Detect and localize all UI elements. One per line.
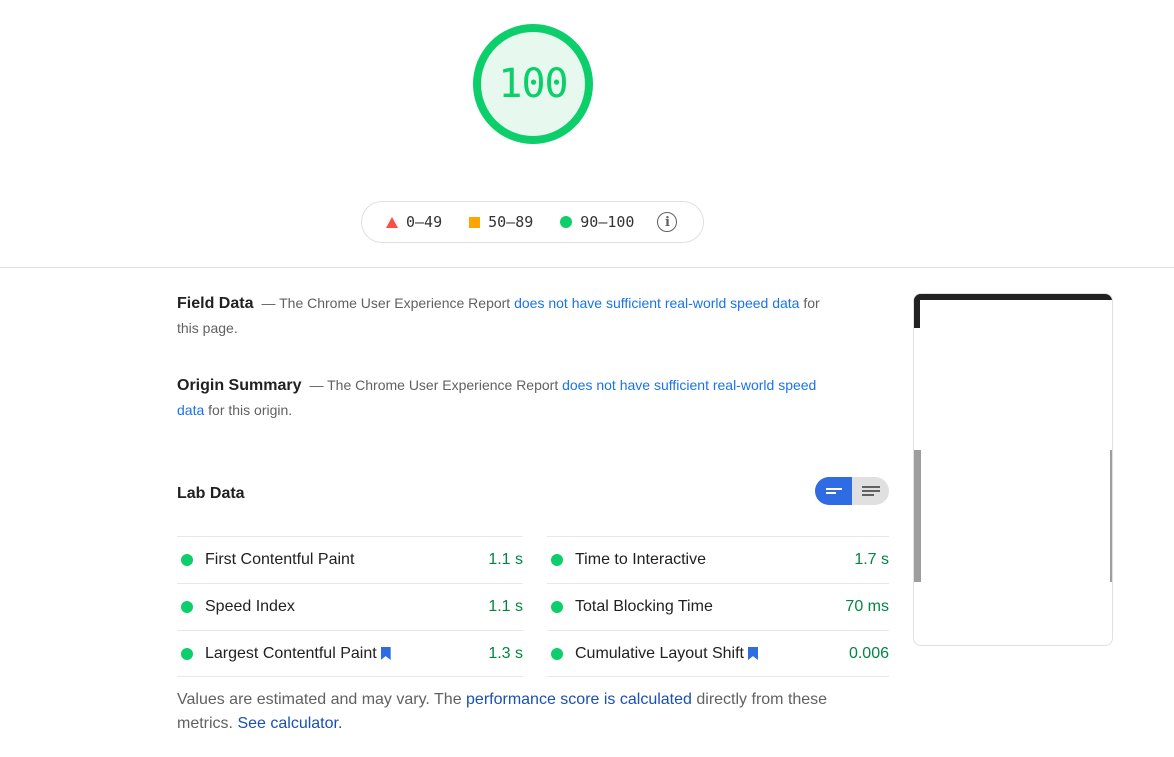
- score-calculation-link[interactable]: performance score is calculated: [466, 691, 692, 708]
- final-screenshot-thumbnail[interactable]: [913, 293, 1113, 646]
- metric-first-contentful-paint[interactable]: First Contentful Paint 1.1 s: [177, 536, 523, 583]
- legend-item-fail: 0–49: [386, 213, 442, 231]
- metric-value: 1.1 s: [488, 551, 523, 568]
- metric-value: 70 ms: [845, 598, 889, 615]
- origin-summary-title: Origin Summary: [177, 377, 302, 394]
- score-legend: 0–49 50–89 90–100 i: [361, 201, 704, 243]
- metric-label: First Contentful Paint: [205, 551, 488, 569]
- bookmark-icon[interactable]: [747, 647, 758, 660]
- compact-list-icon: [825, 486, 842, 496]
- metric-largest-contentful-paint[interactable]: Largest Contentful Paint 1.3 s: [177, 630, 523, 677]
- metric-value: 1.7 s: [854, 551, 889, 568]
- legend-item-pass: 90–100: [560, 213, 634, 231]
- metric-total-blocking-time[interactable]: Total Blocking Time 70 ms: [547, 583, 889, 630]
- pass-circle-icon: [551, 647, 563, 660]
- field-data-section: Field Data — The Chrome User Experience R…: [177, 291, 827, 341]
- bookmark-icon[interactable]: [380, 647, 391, 660]
- legend-label-pass: 90–100: [580, 213, 635, 231]
- expanded-list-icon: [861, 484, 880, 498]
- origin-summary-prefix: — The Chrome User Experience Report: [309, 377, 563, 393]
- thumbnail-left-bar: [914, 450, 921, 582]
- legend-label-fail: 0–49: [406, 213, 443, 231]
- see-calculator-link[interactable]: See calculator.: [237, 715, 342, 732]
- metric-label: Time to Interactive: [575, 551, 854, 569]
- field-data-link[interactable]: does not have sufficient real-world spee…: [514, 295, 799, 311]
- metric-time-to-interactive[interactable]: Time to Interactive 1.7 s: [547, 536, 889, 583]
- circle-icon: [560, 216, 573, 228]
- legend-label-average: 50–89: [488, 213, 534, 231]
- metrics-view-toggle[interactable]: [815, 477, 889, 505]
- expanded-view-button[interactable]: [852, 477, 889, 505]
- metric-label: Speed Index: [205, 598, 488, 616]
- metric-label-text: Speed Index: [205, 598, 295, 615]
- field-data-prefix: — The Chrome User Experience Report: [261, 295, 515, 311]
- pass-circle-icon: [551, 601, 563, 613]
- metric-cumulative-layout-shift[interactable]: Cumulative Layout Shift 0.006: [547, 630, 889, 677]
- square-icon: [469, 216, 481, 228]
- origin-summary-section: Origin Summary — The Chrome User Experien…: [177, 373, 827, 423]
- metric-speed-index[interactable]: Speed Index 1.1 s: [177, 583, 523, 630]
- origin-summary-suffix: for this origin.: [204, 402, 293, 418]
- compact-view-button[interactable]: [815, 477, 852, 505]
- metric-value: 1.3 s: [488, 644, 523, 662]
- metric-label: Largest Contentful Paint: [205, 645, 488, 663]
- metric-label-text: Time to Interactive: [575, 551, 707, 568]
- metric-label: Total Blocking Time: [575, 598, 845, 616]
- metric-label: Cumulative Layout Shift: [575, 645, 849, 663]
- thumbnail-right-line: [1110, 450, 1112, 582]
- info-icon[interactable]: i: [657, 212, 678, 232]
- pass-circle-icon: [551, 554, 563, 566]
- field-data-title: Field Data: [177, 295, 254, 312]
- lab-metrics-grid: First Contentful Paint 1.1 s Time to Int…: [177, 536, 889, 677]
- triangle-icon: [386, 216, 398, 228]
- pass-circle-icon: [181, 554, 193, 566]
- metric-label-text: Total Blocking Time: [575, 598, 713, 615]
- pass-circle-icon: [181, 647, 193, 660]
- performance-score-gauge: 100: [472, 23, 594, 145]
- pass-circle-icon: [181, 601, 193, 613]
- metric-label-text: Cumulative Layout Shift: [575, 644, 744, 662]
- estimate-note: Values are estimated and may vary. The p…: [177, 688, 857, 736]
- note-prefix: Values are estimated and may vary. The: [177, 691, 467, 708]
- score-value: 100: [498, 61, 568, 107]
- header-divider: [0, 267, 1174, 268]
- legend-item-average: 50–89: [469, 213, 533, 231]
- lab-data-title: Lab Data: [177, 485, 245, 502]
- metric-value: 0.006: [848, 644, 889, 662]
- metric-label-text: Largest Contentful Paint: [205, 644, 377, 662]
- thumbnail-top-bar: [914, 294, 1112, 300]
- metric-label-text: First Contentful Paint: [205, 551, 355, 568]
- metric-value: 1.1 s: [488, 598, 523, 615]
